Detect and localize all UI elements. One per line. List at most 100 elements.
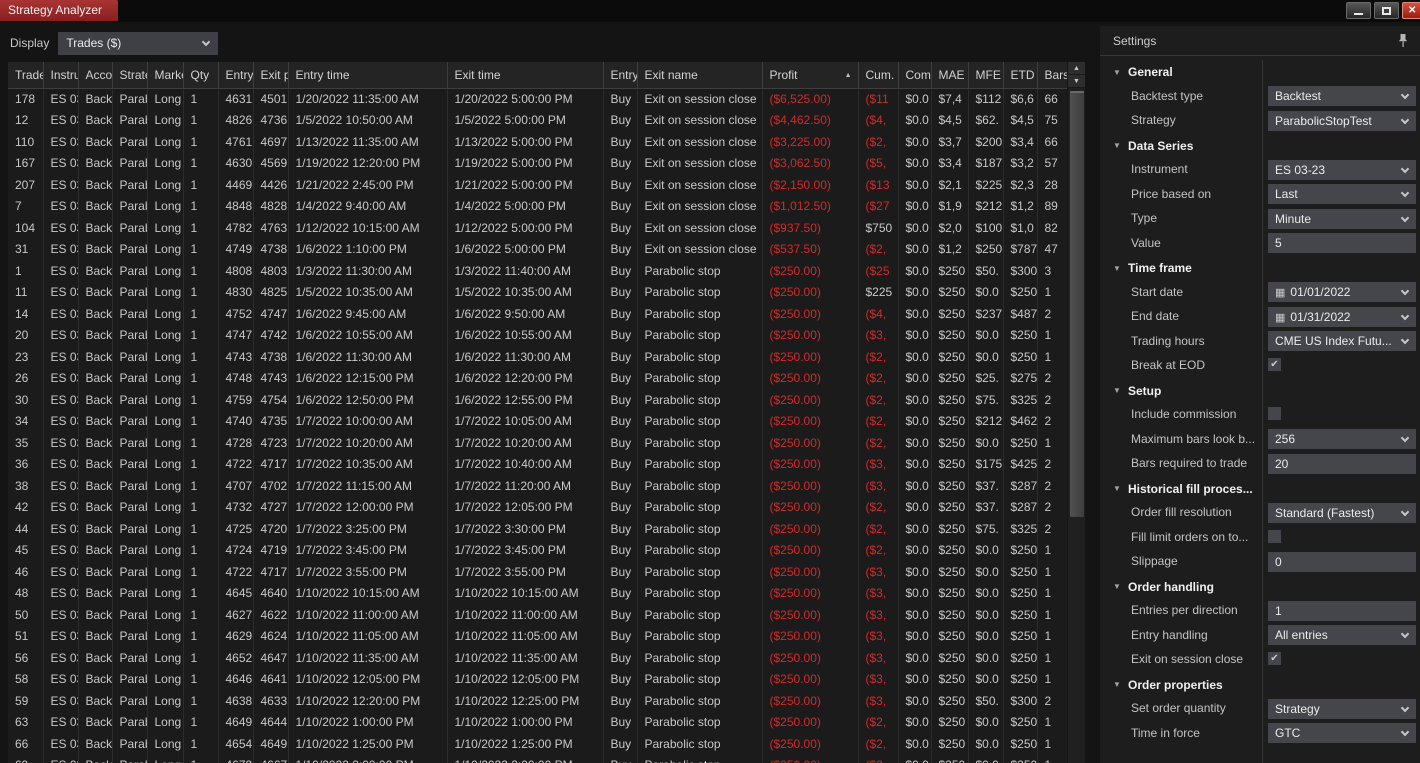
table-row[interactable]: 34ES 03-23BacktestParabolicStopTestLong1… [8,411,1067,433]
close-button[interactable]: ✕ [1402,2,1420,19]
column-header-commission[interactable]: Commission [898,62,932,89]
set-order-quantity-select[interactable]: Strategy [1268,698,1416,719]
table-row[interactable]: 69ES 03-23BacktestParabolicStopTestLong1… [8,755,1067,763]
section-header-order-properties[interactable]: ▼ Order properties [1100,673,1420,698]
type-select[interactable]: Minute [1268,208,1416,229]
table-row[interactable]: 63ES 03-23BacktestParabolicStopTestLong1… [8,712,1067,734]
column-header-instrument[interactable]: Instrument [43,62,79,89]
display-select[interactable]: Trades ($) [58,31,219,55]
table-row[interactable]: 45ES 03-23BacktestParabolicStopTestLong1… [8,540,1067,562]
start-date-select[interactable]: ▦ 01/01/2022 [1268,282,1416,302]
section-header-order-handling[interactable]: ▼ Order handling [1100,575,1420,600]
entry-handling-select[interactable]: All entries [1268,625,1416,645]
column-header-profit[interactable]: Profit ▲ [762,62,859,89]
section-header-historical-fill-proces[interactable]: ▼ Historical fill proces... [1100,477,1420,502]
table-row[interactable]: 66ES 03-23BacktestParabolicStopTestLong1… [8,733,1067,755]
column-header-exit_name[interactable]: Exit name [637,62,763,89]
cell-cum_profit: ($13 [858,174,899,196]
column-header-account[interactable]: Account [78,62,113,89]
section-header-data-series[interactable]: ▼ Data Series [1100,134,1420,159]
cell-mae: $250 [931,303,969,325]
instrument-select[interactable]: ES 03-23 [1268,159,1416,180]
column-header-etd[interactable]: ETD [1003,62,1038,89]
column-header-entry_price[interactable]: Entry price [218,62,254,89]
table-row[interactable]: 56ES 03-23BacktestParabolicStopTestLong1… [8,647,1067,669]
include-commission-checkbox[interactable] [1268,407,1281,420]
entries-per-direction-input[interactable]: 1 [1268,600,1416,621]
table-row[interactable]: 20ES 03-23BacktestParabolicStopTestLong1… [8,325,1067,347]
break-at-eod-checkbox[interactable]: ✔ [1268,358,1281,371]
table-row[interactable]: 35ES 03-23BacktestParabolicStopTestLong1… [8,432,1067,454]
section-header-setup[interactable]: ▼ Setup [1100,379,1420,404]
table-row[interactable]: 110ES 03-23BacktestParabolicStopTestLong… [8,131,1067,153]
column-header-qty[interactable]: Qty [183,62,219,89]
cell-profit: ($250.00) [762,583,859,605]
column-header-mfe[interactable]: MFE [968,62,1004,89]
column-header-cum_profit[interactable]: Cum. net profit [858,62,899,89]
cell-entry_price: 4652 [218,647,254,669]
table-row[interactable]: 167ES 03-23BacktestParabolicStopTestLong… [8,153,1067,175]
slippage-input[interactable]: 0 [1268,551,1416,572]
table-row[interactable]: 7ES 03-23BacktestParabolicStopTestLong14… [8,196,1067,218]
exit-on-session-close-checkbox[interactable]: ✔ [1268,652,1281,665]
column-header-bars[interactable]: Bars [1037,62,1067,89]
cell-cum_profit: ($5, [858,153,899,175]
table-row[interactable]: 38ES 03-23BacktestParabolicStopTestLong1… [8,475,1067,497]
scrollbar-thumb[interactable] [1070,91,1084,517]
minimize-button[interactable] [1346,2,1371,19]
column-header-market_pos[interactable]: Market pos. [147,62,184,89]
maximize-button[interactable] [1374,2,1399,19]
table-row[interactable]: 36ES 03-23BacktestParabolicStopTestLong1… [8,454,1067,476]
table-row[interactable]: 50ES 03-23BacktestParabolicStopTestLong1… [8,604,1067,626]
table-row[interactable]: 31ES 03-23BacktestParabolicStopTestLong1… [8,239,1067,261]
column-header-exit_price[interactable]: Exit price [253,62,289,89]
table-row[interactable]: 26ES 03-23BacktestParabolicStopTestLong1… [8,368,1067,390]
table-row[interactable]: 58ES 03-23BacktestParabolicStopTestLong1… [8,669,1067,691]
cell-profit: ($250.00) [762,325,859,347]
cell-exit_name: Parabolic stop [637,432,763,454]
cell-entry_time: 1/4/2022 9:40:00 AM [288,196,448,218]
scroll-up-button[interactable]: ▲ [1068,62,1085,75]
table-row[interactable]: 30ES 03-23BacktestParabolicStopTestLong1… [8,389,1067,411]
trading-hours-select[interactable]: CME US Index Futu... [1268,331,1416,351]
table-row[interactable]: 178ES 03-23BacktestParabolicStopTestLong… [8,88,1067,110]
cell-mfe: $250 [968,239,1004,261]
column-header-strategy[interactable]: Strategy [112,62,148,89]
table-row[interactable]: 207ES 03-23BacktestParabolicStopTestLong… [8,174,1067,196]
table-row[interactable]: 11ES 03-23BacktestParabolicStopTestLong1… [8,282,1067,304]
table-row[interactable]: 104ES 03-23BacktestParabolicStopTestLong… [8,217,1067,239]
column-header-entry_time[interactable]: Entry time [288,62,448,89]
column-header-mae[interactable]: MAE [931,62,969,89]
cell-exit_price: 4754 [253,389,289,411]
table-row[interactable]: 44ES 03-23BacktestParabolicStopTestLong1… [8,518,1067,540]
price-based-on-select[interactable]: Last [1268,184,1416,204]
table-row[interactable]: 59ES 03-23BacktestParabolicStopTestLong1… [8,690,1067,712]
table-vertical-scrollbar[interactable]: ▲ ▼ [1067,62,1085,763]
table-row[interactable]: 12ES 03-23BacktestParabolicStopTestLong1… [8,110,1067,132]
window-title-tab[interactable]: Strategy Analyzer [0,0,119,21]
column-header-trade_number[interactable]: Trade number [8,62,44,89]
backtest-type-select[interactable]: Backtest [1268,86,1416,106]
column-header-entry_name[interactable]: Entry name [603,62,638,89]
value-input[interactable]: 5 [1268,233,1416,253]
table-row[interactable]: 46ES 03-23BacktestParabolicStopTestLong1… [8,561,1067,583]
table-row[interactable]: 42ES 03-23BacktestParabolicStopTestLong1… [8,497,1067,519]
column-header-exit_time[interactable]: Exit time [447,62,604,89]
section-header-general[interactable]: ▼ General [1100,60,1420,85]
pin-icon[interactable] [1398,33,1408,53]
table-row[interactable]: 51ES 03-23BacktestParabolicStopTestLong1… [8,626,1067,648]
table-row[interactable]: 1ES 03-23BacktestParabolicStopTestLong14… [8,260,1067,282]
table-row[interactable]: 14ES 03-23BacktestParabolicStopTestLong1… [8,303,1067,325]
table-row[interactable]: 48ES 03-23BacktestParabolicStopTestLong1… [8,583,1067,605]
table-row[interactable]: 23ES 03-23BacktestParabolicStopTestLong1… [8,346,1067,368]
strategy-select[interactable]: ParabolicStopTest [1268,110,1416,131]
bars-required-to-trade-input[interactable]: 20 [1268,453,1416,474]
scroll-down-button[interactable]: ▼ [1068,75,1085,88]
fill-limit-orders-on-to-checkbox[interactable] [1268,529,1281,543]
maximum-bars-look-b-select[interactable]: 256 [1268,429,1416,449]
time-in-force-select[interactable]: GTC [1268,723,1416,743]
cell-mae: $3,7 [931,131,969,153]
section-header-time-frame[interactable]: ▼ Time frame [1100,256,1420,281]
end-date-select[interactable]: ▦ 01/31/2022 [1268,306,1416,327]
order-fill-resolution-select[interactable]: Standard (Fastest) [1268,502,1416,523]
